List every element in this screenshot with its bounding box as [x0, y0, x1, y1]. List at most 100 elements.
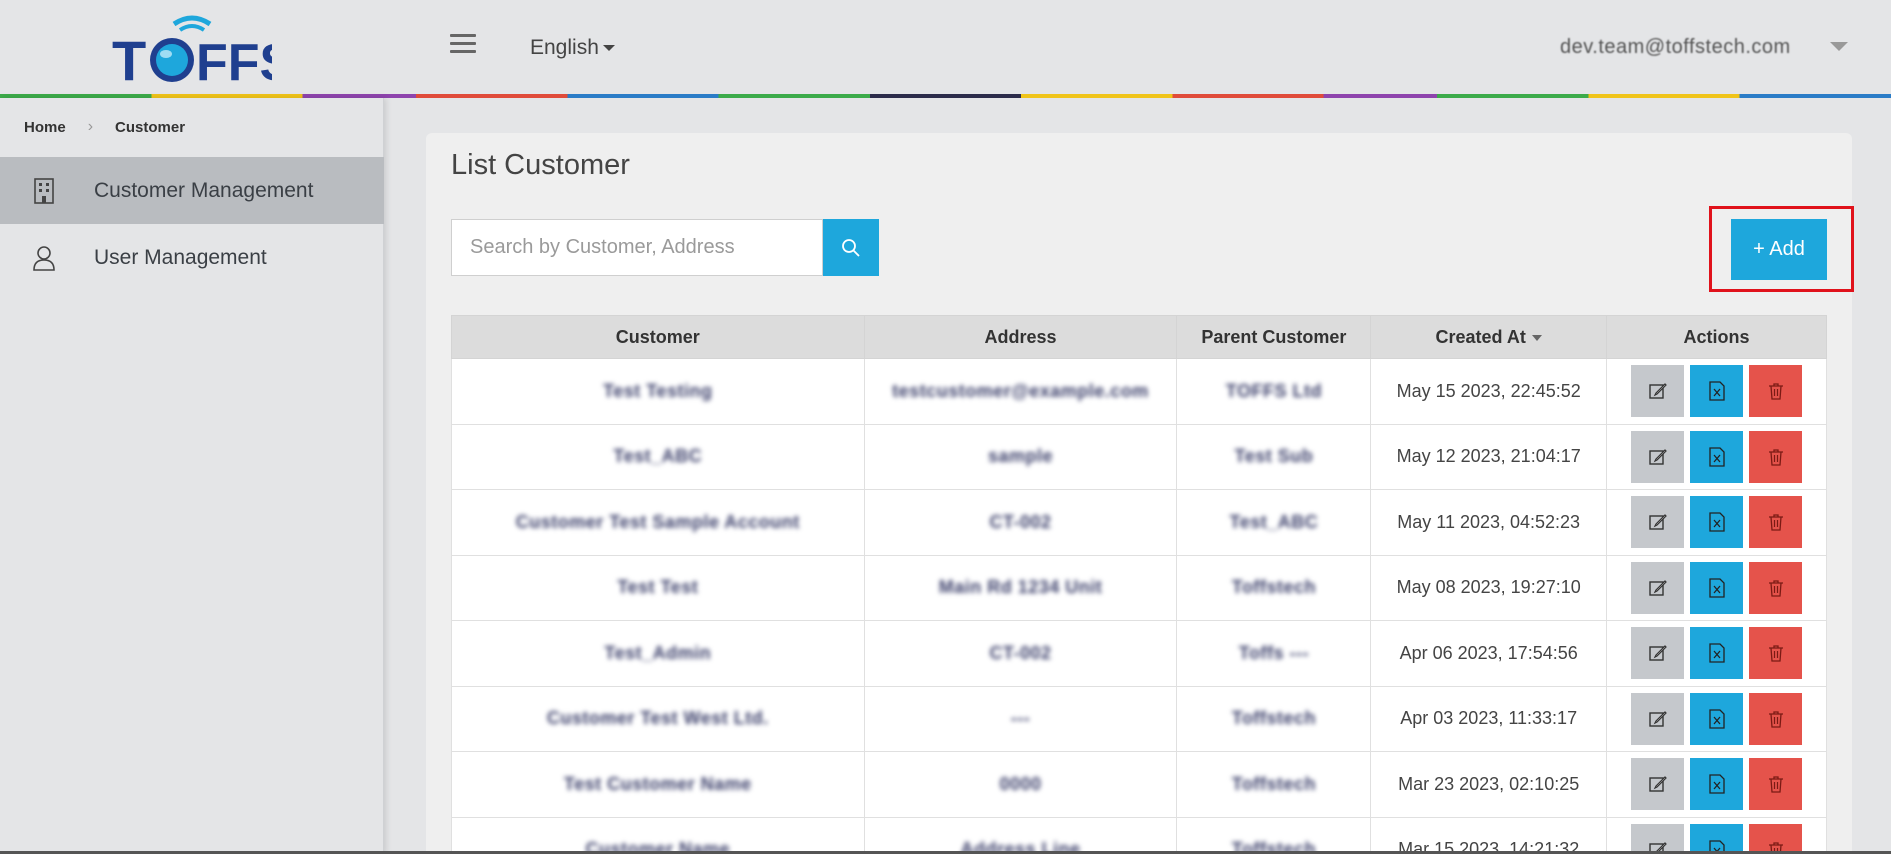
cell-address: CT-002: [863, 489, 1178, 556]
trash-icon: [1768, 449, 1783, 466]
user-menu-chevron-icon[interactable]: [1830, 42, 1848, 51]
blurred-value: Customer Test Sample Account: [515, 511, 800, 532]
cell-address: CT-002: [863, 620, 1178, 687]
blurred-value: Test_ABC: [613, 446, 703, 467]
language-label: English: [530, 36, 599, 59]
table-row[interactable]: Customer Name Address Line Toffstech Mar 15…: [451, 816, 1827, 854]
breadcrumb-current: Customer: [115, 118, 186, 136]
edit-icon: [1648, 645, 1667, 661]
sidebar: Home › Customer Customer Management User…: [0, 98, 384, 854]
created-at-label: Created At: [1435, 326, 1526, 347]
delete-button[interactable]: [1749, 692, 1803, 745]
export-excel-icon: [1708, 709, 1725, 729]
export-button[interactable]: [1690, 365, 1744, 418]
edit-button[interactable]: [1631, 758, 1685, 811]
column-header-parent-customer[interactable]: Parent Customer: [1176, 315, 1372, 359]
table-row[interactable]: Test_Admin CT-002 Toffs --- Apr 06 2023, 17…: [451, 620, 1827, 687]
table-row[interactable]: Customer Test Sample Account CT-002 Test_A…: [451, 489, 1827, 556]
delete-button[interactable]: [1749, 561, 1803, 614]
blurred-value: testcustomer@example.com: [892, 380, 1149, 401]
edit-button[interactable]: [1631, 627, 1685, 680]
search-bar: [451, 219, 879, 276]
trash-icon: [1768, 383, 1783, 400]
trash-icon: [1768, 580, 1783, 597]
column-header-address[interactable]: Address: [863, 315, 1178, 359]
search-input[interactable]: [451, 219, 823, 276]
cell-actions: [1606, 554, 1827, 621]
edit-button[interactable]: [1631, 823, 1685, 854]
export-button[interactable]: [1690, 692, 1744, 745]
blurred-value: sample: [987, 446, 1054, 467]
export-excel-icon: [1708, 774, 1725, 794]
cell-address: ---: [863, 685, 1178, 752]
delete-button[interactable]: [1749, 758, 1803, 811]
delete-button[interactable]: [1749, 496, 1803, 549]
blurred-value: Toffs ---: [1238, 642, 1309, 663]
toffs-logo[interactable]: T FFS: [112, 10, 272, 88]
cell-parent-customer: Toffstech: [1176, 554, 1372, 621]
blurred-value: Test Customer Name: [563, 773, 752, 794]
blurred-value: CT-002: [989, 511, 1052, 532]
cell-actions: [1606, 489, 1827, 556]
user-icon: [33, 246, 55, 271]
export-button[interactable]: [1690, 627, 1744, 680]
edit-button[interactable]: [1631, 561, 1685, 614]
cell-address: 0000: [863, 751, 1178, 818]
blurred-value: Test_Admin: [604, 642, 712, 663]
edit-button[interactable]: [1631, 496, 1685, 549]
breadcrumb-home[interactable]: Home: [24, 119, 66, 136]
language-dropdown[interactable]: English: [530, 36, 615, 60]
export-excel-icon: [1708, 578, 1725, 598]
column-header-actions: Actions: [1606, 315, 1827, 359]
cell-created-at: Mar 15 2023, 14:21:32: [1370, 816, 1608, 854]
export-button[interactable]: [1690, 561, 1744, 614]
blurred-value: CT-002: [989, 642, 1052, 663]
export-button[interactable]: [1690, 758, 1744, 811]
sidebar-item-customer-management[interactable]: Customer Management: [0, 157, 384, 224]
cell-parent-customer: TOFFS Ltd: [1176, 358, 1372, 425]
add-customer-button[interactable]: + Add: [1731, 219, 1827, 280]
table-row[interactable]: Test Test Main Rd 1234 Unit Toffstech May 0…: [451, 554, 1827, 621]
cell-created-at: May 11 2023, 04:52:23: [1370, 489, 1608, 556]
edit-button[interactable]: [1631, 692, 1685, 745]
cell-address: Main Rd 1234 Unit: [863, 554, 1178, 621]
search-button[interactable]: [823, 219, 879, 276]
cell-customer: Customer Test West Ltd.: [451, 685, 865, 752]
column-header-customer[interactable]: Customer: [451, 315, 865, 359]
edit-icon: [1648, 776, 1667, 792]
edit-icon: [1648, 579, 1667, 596]
edit-button[interactable]: [1631, 365, 1685, 418]
menu-toggle-icon[interactable]: [450, 34, 476, 60]
delete-button[interactable]: [1749, 430, 1803, 483]
breadcrumb-separator-icon: ›: [87, 118, 94, 135]
delete-button[interactable]: [1749, 365, 1803, 418]
cell-created-at: Mar 23 2023, 02:10:25: [1370, 751, 1608, 818]
building-icon: [34, 178, 54, 204]
delete-button[interactable]: [1749, 823, 1803, 854]
cell-actions: [1606, 620, 1827, 687]
edit-button[interactable]: [1631, 430, 1685, 483]
cell-created-at: May 15 2023, 22:45:52: [1370, 358, 1608, 425]
customer-list-card: List Customer + Add Customer Address Par…: [426, 133, 1854, 854]
table-row[interactable]: Test Testing testcustomer@example.com TOFF…: [451, 358, 1827, 425]
top-header: T FFS English dev.team@toffstech.com: [0, 0, 1891, 98]
cell-parent-customer: Toffs ---: [1176, 620, 1372, 687]
edit-icon: [1648, 710, 1667, 727]
export-button[interactable]: [1690, 430, 1744, 483]
cell-parent-customer: Toffstech: [1176, 751, 1372, 818]
table-row[interactable]: Customer Test West Ltd. --- Toffstech Apr 0…: [451, 685, 1827, 752]
table-row[interactable]: Test Customer Name 0000 Toffstech Mar 23 20…: [451, 751, 1827, 818]
column-header-created-at[interactable]: Created At: [1370, 315, 1608, 359]
blurred-value: ---: [1010, 708, 1031, 729]
table-row[interactable]: Test_ABC sample Test Sub May 12 2023, 21:04…: [451, 423, 1827, 490]
export-button[interactable]: [1690, 823, 1744, 854]
user-email[interactable]: dev.team@toffstech.com: [1560, 36, 1791, 59]
blurred-value: 0000: [999, 773, 1042, 794]
export-button[interactable]: [1690, 496, 1744, 549]
sidebar-item-user-management[interactable]: User Management: [0, 224, 384, 291]
svg-text:T: T: [112, 29, 146, 88]
trash-icon: [1768, 776, 1783, 793]
edit-icon: [1648, 383, 1667, 399]
page-title: List Customer: [451, 149, 630, 181]
delete-button[interactable]: [1749, 627, 1803, 680]
